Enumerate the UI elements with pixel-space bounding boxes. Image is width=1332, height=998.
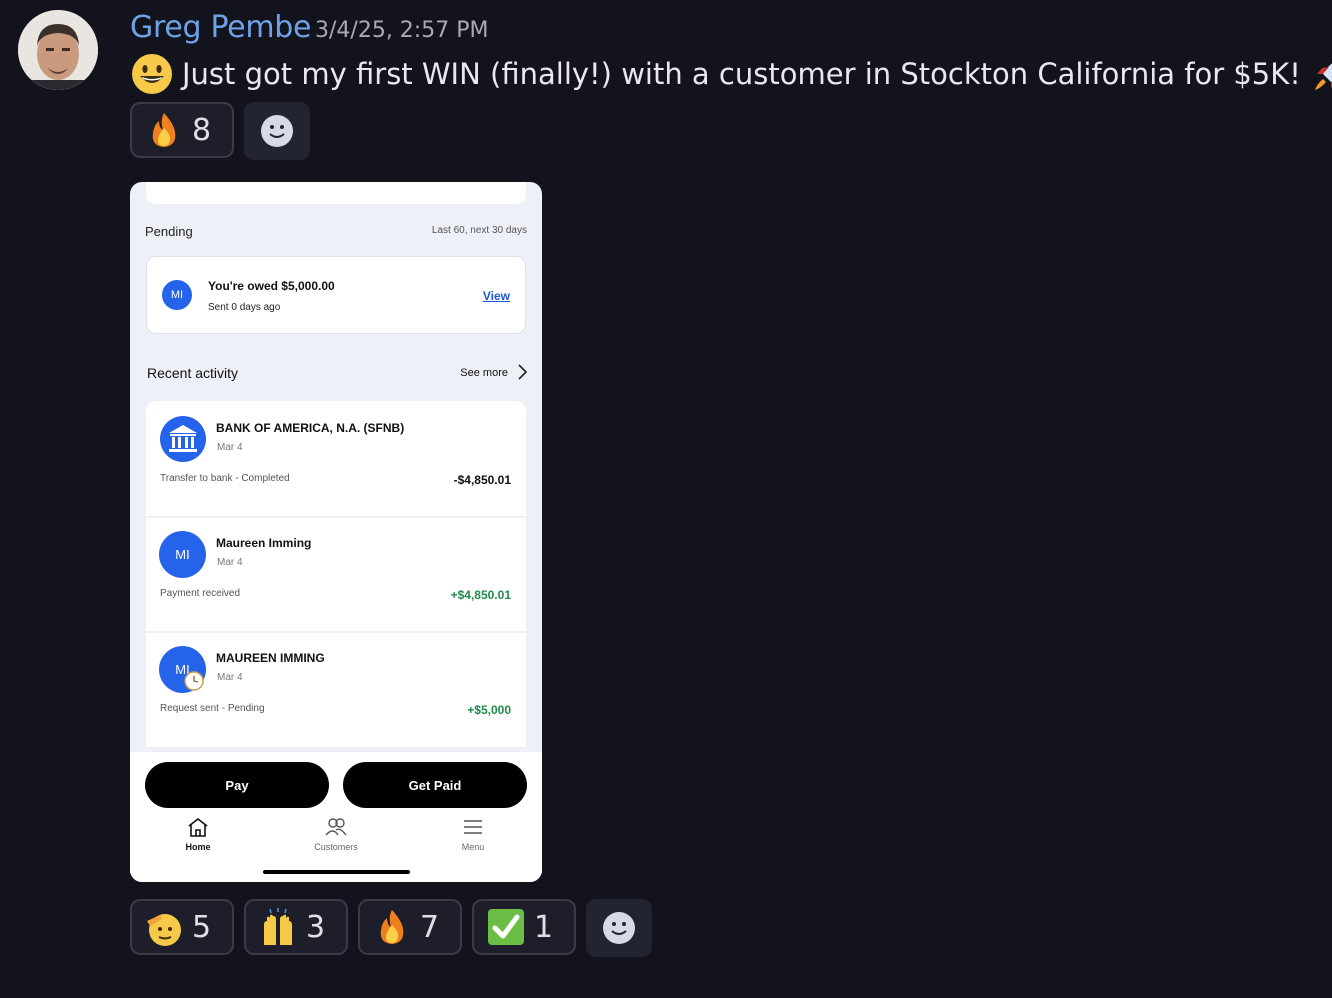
nav-menu[interactable]: Menu [413, 816, 533, 852]
activity-description: Transfer to bank - Completed [160, 473, 290, 484]
activity-description: Payment received [160, 588, 241, 599]
recent-activity-title: Recent activity [147, 365, 239, 381]
activity-avatar: MI [159, 531, 206, 578]
attached-screenshot[interactable]: Pending Last 60, next 30 days MI You're … [130, 182, 542, 882]
get-paid-button[interactable]: Get Paid [343, 762, 527, 808]
fire-icon [372, 907, 412, 947]
message-timestamp: 3/4/25, 2:57 PM [315, 18, 489, 43]
avatar-photo [18, 10, 98, 90]
add-reaction-button[interactable] [244, 102, 310, 160]
pending-title: Pending [145, 224, 193, 239]
reaction-count: 1 [534, 909, 554, 945]
activity-amount: +$4,850.01 [450, 588, 511, 602]
activity-row[interactable]: BANK OF AMERICA, N.A. (SFNB) Mar 4 Trans… [146, 401, 526, 518]
reaction-count: 7 [420, 909, 440, 945]
menu-icon [464, 820, 482, 834]
activity-description: Request sent - Pending [160, 703, 265, 714]
reaction-check[interactable]: 1 [472, 899, 576, 955]
grinning-face-icon [130, 52, 174, 96]
clock-icon [184, 671, 204, 691]
nav-customers[interactable]: Customers [276, 816, 396, 852]
home-indicator [263, 870, 410, 874]
message-text: Just got my first WIN (finally!) with a … [130, 52, 1332, 96]
activity-name: Maureen Imming [216, 536, 312, 550]
chevron-right-icon[interactable] [516, 363, 528, 381]
check-mark-button-icon [486, 907, 526, 947]
reaction-saluting[interactable]: 5 [130, 899, 234, 955]
view-link[interactable]: View [483, 289, 510, 303]
nav-home[interactable]: Home [138, 816, 258, 852]
nav-menu-label: Menu [461, 842, 485, 852]
activity-name: MAUREEN IMMING [216, 651, 325, 665]
activity-date: Mar 4 [217, 442, 243, 453]
bottom-bar: Pay Get Paid Home Customers Menu [130, 752, 542, 882]
activity-date: Mar 4 [217, 557, 243, 568]
activity-list: BANK OF AMERICA, N.A. (SFNB) Mar 4 Trans… [146, 401, 526, 747]
author-avatar[interactable] [18, 10, 98, 90]
fire-icon [144, 110, 184, 150]
smiley-add-icon [603, 912, 635, 944]
reaction-count: 3 [306, 909, 326, 945]
bottom-reaction-bar: 5 3 7 1 [130, 899, 652, 957]
activity-date: Mar 4 [217, 672, 243, 683]
reaction-fire-top[interactable]: 8 [130, 102, 234, 158]
pay-button[interactable]: Pay [145, 762, 329, 808]
nav-home-label: Home [185, 842, 211, 852]
reaction-fire-bottom[interactable]: 7 [358, 899, 462, 955]
saluting-face-icon [144, 907, 184, 947]
reaction-raising-hands[interactable]: 3 [244, 899, 348, 955]
top-reaction-bar: 8 [130, 102, 310, 160]
activity-amount: -$4,850.01 [453, 473, 511, 487]
raising-hands-icon [258, 907, 298, 947]
add-reaction-button[interactable] [586, 899, 652, 957]
customers-icon [325, 818, 347, 836]
activity-row[interactable]: MI Maureen Imming Mar 4 Payment received… [146, 516, 526, 633]
author-name[interactable]: Greg Pembe [130, 10, 311, 45]
top-card-edge [146, 182, 526, 204]
reaction-count: 8 [192, 112, 212, 148]
owed-title: You're owed $5,000.00 [208, 279, 335, 293]
home-icon [188, 817, 208, 837]
reaction-count: 5 [192, 909, 212, 945]
owed-card: MI You're owed $5,000.00 Sent 0 days ago… [146, 256, 526, 334]
see-more-link[interactable]: See more [460, 367, 508, 379]
activity-name: BANK OF AMERICA, N.A. (SFNB) [216, 421, 405, 435]
activity-amount: +$5,000 [467, 703, 511, 717]
rocket-icon [1309, 52, 1332, 96]
activity-row[interactable]: MI MAUREEN IMMING Mar 4 Request sent - P… [146, 631, 526, 746]
smiley-add-icon [261, 115, 293, 147]
owed-subtitle: Sent 0 days ago [208, 302, 281, 313]
nav-customers-label: Customers [314, 842, 358, 852]
message-body: Just got my first WIN (finally!) with a … [182, 57, 1301, 91]
pending-range: Last 60, next 30 days [431, 225, 527, 236]
owed-avatar: MI [162, 280, 192, 310]
bank-icon [160, 416, 206, 462]
